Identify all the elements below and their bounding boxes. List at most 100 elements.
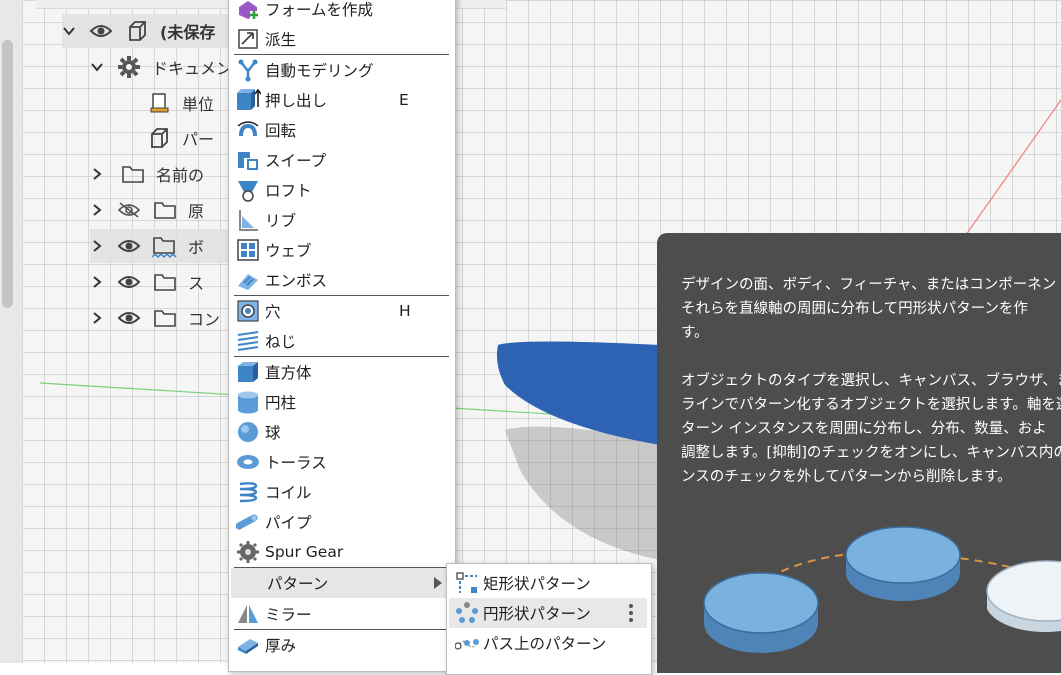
create-menu: フォームを作成 派生 自動モデリング 押し出し E 回転 スイープ ロフト リブ…	[228, 0, 456, 672]
mirror-icon	[234, 600, 262, 628]
menu-item-cylinder[interactable]: 円柱	[231, 387, 451, 417]
tree-row-document-settings[interactable]: ドキュメン	[90, 50, 237, 84]
sphere-icon	[234, 418, 262, 446]
more-options-icon[interactable]	[623, 602, 639, 624]
menu-item-coil[interactable]: コイル	[231, 477, 451, 507]
rib-icon	[234, 206, 262, 234]
submenu-arrow-icon	[434, 577, 442, 589]
tooltip-description-line: 調整します。[抑制]のチェックをオンにし、キャンバス内の	[681, 445, 1061, 461]
menu-item-pipe[interactable]: パイプ	[231, 507, 451, 537]
tree-row-named-views[interactable]: 名前の	[90, 157, 237, 191]
menu-item-revolve[interactable]: 回転	[231, 115, 451, 145]
tree-row-sketches[interactable]: ス	[90, 265, 237, 299]
tooltip-description-line: ラインでパターン化するオブジェクトを選択します。軸を選	[681, 397, 1061, 413]
submenu-item-path-pattern[interactable]: パス上のパターン	[449, 628, 647, 658]
submenu-item-circular-pattern[interactable]: 円形状パターン	[449, 598, 647, 628]
menu-item-extrude[interactable]: 押し出し E	[231, 85, 451, 115]
pipe-icon	[234, 508, 262, 536]
circular-pattern-icon	[453, 599, 481, 627]
pattern-disk-source	[986, 560, 1061, 633]
menu-item-derive[interactable]: 派生	[231, 24, 451, 54]
cylinder-icon	[234, 388, 262, 416]
tooltip-description-line: オブジェクトのタイプを選択し、キャンバス、ブラウザ、また	[681, 373, 1061, 389]
tree-row-origin[interactable]: 原	[90, 193, 237, 227]
tooltip-description-line: す。	[681, 325, 709, 341]
root-component-label: (未保存	[160, 23, 216, 42]
folder-icon	[152, 233, 178, 259]
derive-icon	[234, 25, 262, 53]
command-tooltip: デザインの面、ボディ、フィーチャ、またはコンポーネントを それらを直線軸の周囲に…	[657, 233, 1061, 673]
chevron-down-icon[interactable]	[62, 24, 76, 38]
extrude-icon	[234, 86, 262, 114]
rectangular-pattern-icon	[453, 569, 481, 597]
component-icon	[146, 125, 172, 151]
menu-item-hole[interactable]: 穴 H	[231, 296, 451, 326]
tree-item-label: 単位	[182, 95, 215, 114]
chevron-down-icon[interactable]	[90, 60, 104, 74]
browser-scrollbar[interactable]	[0, 0, 23, 663]
web-icon	[234, 236, 262, 264]
submenu-item-rectangular-pattern[interactable]: 矩形状パターン	[449, 568, 647, 598]
eye-icon[interactable]	[88, 18, 114, 44]
menu-item-sweep[interactable]: スイープ	[231, 145, 451, 175]
menu-item-spur-gear[interactable]: Spur Gear	[231, 537, 451, 567]
chevron-right-icon[interactable]	[90, 167, 104, 181]
shortcut-key: H	[399, 302, 411, 320]
thread-icon	[234, 327, 262, 355]
chevron-right-icon[interactable]	[90, 239, 104, 253]
units-icon	[146, 90, 172, 116]
eye-icon[interactable]	[116, 269, 142, 295]
folder-icon	[120, 161, 146, 187]
automated-modeling-icon	[234, 56, 262, 84]
shortcut-key: E	[399, 91, 409, 109]
emboss-icon	[234, 266, 262, 294]
menu-item-thread[interactable]: ねじ	[231, 326, 451, 356]
menu-item-mirror[interactable]: ミラー	[231, 599, 451, 629]
menu-item-create-form[interactable]: フォームを作成	[231, 0, 451, 24]
menu-item-rib[interactable]: リブ	[231, 205, 451, 235]
menu-item-thicken[interactable]: 厚み	[231, 630, 451, 660]
torus-icon	[234, 448, 262, 476]
body-shadow	[505, 426, 660, 560]
hole-icon	[234, 297, 262, 325]
folder-icon	[152, 197, 178, 223]
browser-panel: (未保存 ドキュメン 単位 パー 名前の 原 ボ ス コン	[22, 0, 506, 663]
eye-icon[interactable]	[116, 233, 142, 259]
thicken-icon	[234, 631, 262, 659]
tree-item-label: 原	[188, 202, 205, 221]
eye-icon[interactable]	[116, 305, 142, 331]
tree-row-units[interactable]: 単位	[146, 86, 237, 120]
tree-root-row[interactable]: (未保存	[62, 14, 237, 48]
tooltip-description-line: ンスのチェックを外してパターンから削除します。	[681, 469, 1012, 485]
eye-hidden-icon[interactable]	[116, 197, 142, 223]
menu-item-pattern[interactable]: パターン	[231, 568, 451, 598]
component-icon	[124, 18, 150, 44]
path-pattern-icon	[453, 629, 481, 657]
tree-item-label: ス	[188, 274, 205, 293]
tree-row-bodies[interactable]: ボ	[90, 229, 237, 263]
menu-item-loft[interactable]: ロフト	[231, 175, 451, 205]
chevron-right-icon[interactable]	[90, 203, 104, 217]
chevron-right-icon[interactable]	[90, 275, 104, 289]
menu-item-sphere[interactable]: 球	[231, 417, 451, 447]
menu-item-box[interactable]: 直方体	[231, 357, 451, 387]
tooltip-description-line: それらを直線軸の周囲に分布して円形状パターンを作	[681, 301, 1028, 317]
gear-icon	[116, 54, 142, 80]
menu-item-emboss[interactable]: エンボス	[231, 265, 451, 295]
tree-item-label: 名前の	[156, 166, 205, 185]
menu-item-torus[interactable]: トーラス	[231, 447, 451, 477]
menu-item-automated-modeling[interactable]: 自動モデリング	[231, 55, 451, 85]
tree-row-part[interactable]: パー	[146, 121, 237, 155]
folder-icon	[152, 269, 178, 295]
tree-item-label: ボ	[188, 238, 205, 257]
sweep-icon	[234, 146, 262, 174]
chevron-right-icon[interactable]	[90, 311, 104, 325]
revolve-icon	[234, 116, 262, 144]
tree-item-label: パー	[182, 130, 215, 149]
tree-row-construction[interactable]: コン	[90, 301, 237, 335]
pattern-disk	[845, 526, 961, 601]
spur-gear-icon	[234, 538, 262, 566]
scrollbar-thumb[interactable]	[2, 40, 13, 308]
menu-item-web[interactable]: ウェブ	[231, 235, 451, 265]
tooltip-description-line: デザインの面、ボディ、フィーチャ、またはコンポーネントを	[681, 277, 1061, 293]
